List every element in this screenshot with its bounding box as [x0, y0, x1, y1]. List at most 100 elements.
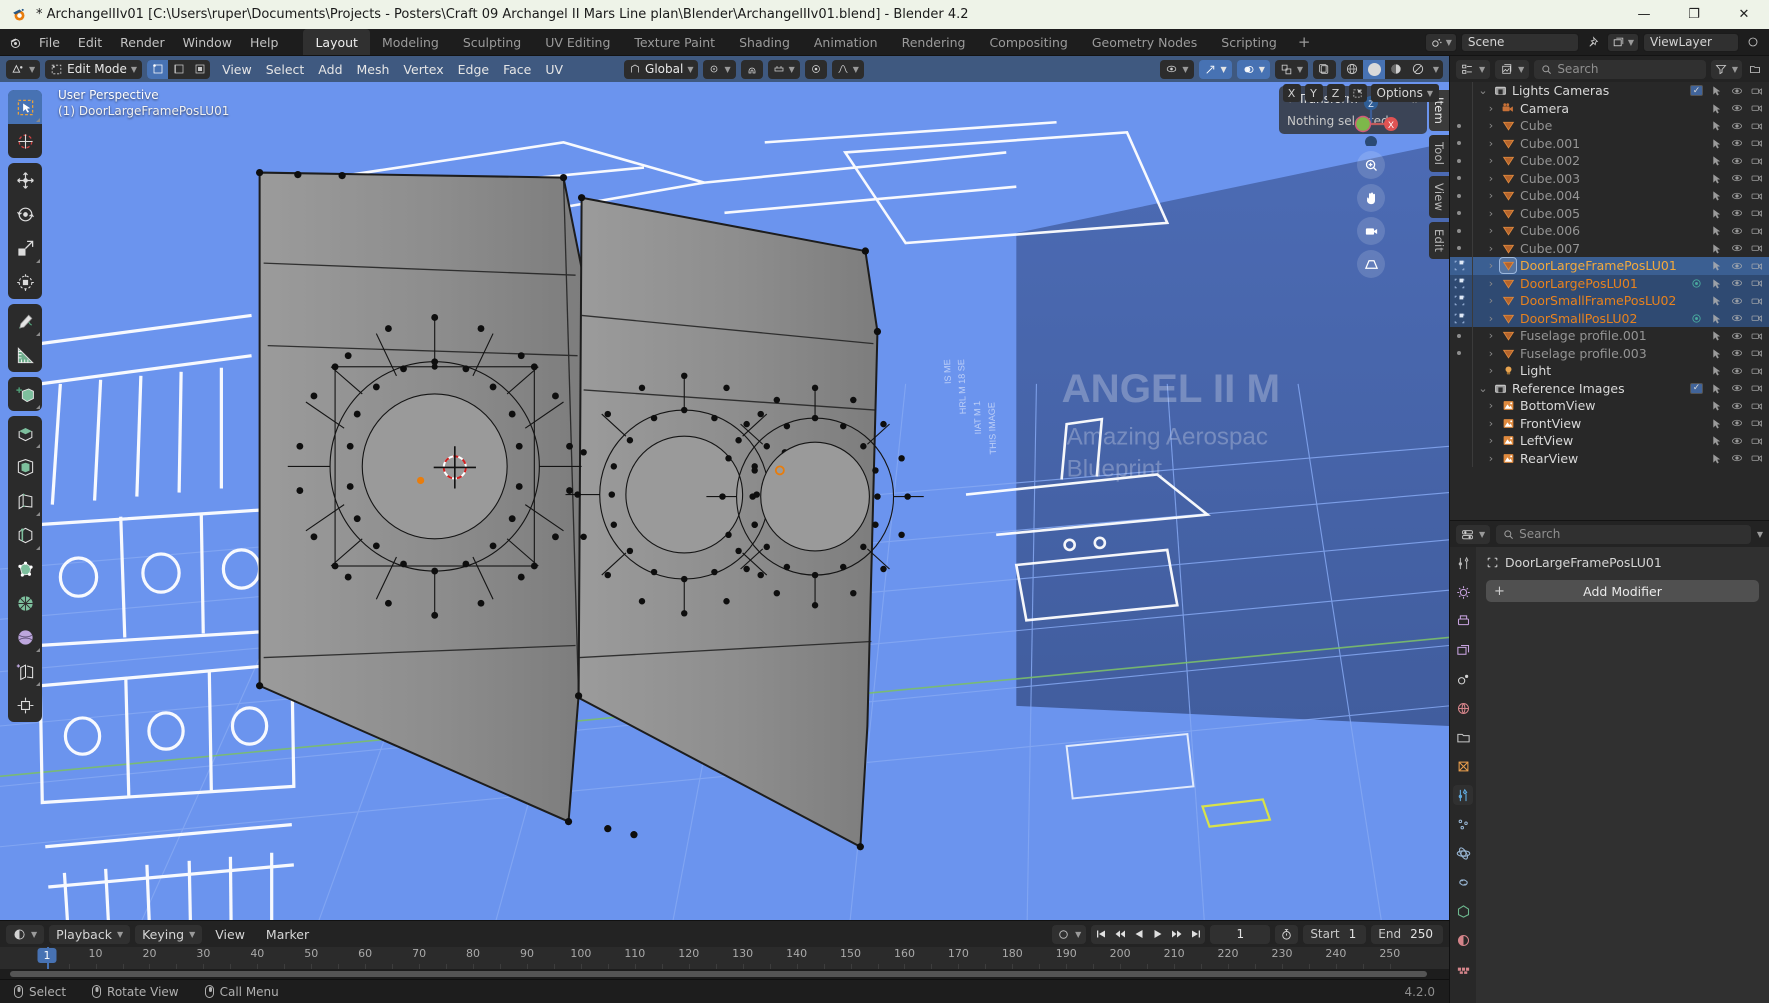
- disable-in-renders-icon[interactable]: [1750, 85, 1763, 97]
- render-properties-tab[interactable]: [1453, 582, 1473, 602]
- zoom-view-button[interactable]: [1357, 151, 1385, 179]
- disclosure-triangle-icon[interactable]: ›: [1483, 294, 1499, 307]
- hide-in-viewport-icon[interactable]: [1730, 417, 1743, 429]
- world-properties-tab[interactable]: [1453, 698, 1473, 718]
- move-tool[interactable]: [8, 163, 42, 197]
- cursor-tool[interactable]: [8, 124, 42, 158]
- restrict-dot-icon[interactable]: [1450, 193, 1468, 198]
- properties-editor-type-button[interactable]: ▼: [1456, 524, 1491, 544]
- play-button[interactable]: [1148, 925, 1167, 944]
- auto-keying-toggle[interactable]: ▼: [1052, 924, 1087, 944]
- rotate-tool[interactable]: [8, 197, 42, 231]
- add-cube-tool[interactable]: [8, 377, 42, 411]
- selectability-icon[interactable]: [1710, 138, 1723, 149]
- jump-to-next-keyframe-button[interactable]: [1167, 925, 1186, 944]
- tab-shading[interactable]: Shading: [727, 29, 802, 55]
- disable-in-renders-icon[interactable]: [1750, 452, 1763, 464]
- tab-scripting[interactable]: Scripting: [1209, 29, 1289, 55]
- viewport-menu-uv[interactable]: UV: [538, 60, 570, 79]
- hide-in-viewport-icon[interactable]: [1730, 295, 1743, 307]
- minimize-button[interactable]: —: [1619, 0, 1669, 29]
- viewport-menu-face[interactable]: Face: [496, 60, 538, 79]
- selectability-icon[interactable]: [1710, 120, 1723, 131]
- material-properties-tab[interactable]: [1453, 930, 1473, 950]
- poly-build-tool[interactable]: [8, 586, 42, 620]
- outliner-row[interactable]: › RearView: [1450, 449, 1769, 467]
- tab-uv-editing[interactable]: UV Editing: [533, 29, 622, 55]
- restrict-dot-icon[interactable]: [1450, 211, 1468, 216]
- outliner-row[interactable]: › Cube.001: [1450, 134, 1769, 152]
- collection-properties-tab[interactable]: [1453, 727, 1473, 747]
- texture-properties-tab[interactable]: [1453, 959, 1473, 979]
- disclosure-triangle-icon[interactable]: ›: [1483, 207, 1499, 220]
- hide-in-viewport-icon[interactable]: [1730, 172, 1743, 184]
- outliner-filter-icon[interactable]: ▼: [1710, 59, 1742, 79]
- selectability-icon[interactable]: [1710, 260, 1723, 271]
- blender-menu-icon[interactable]: [0, 29, 30, 55]
- close-button[interactable]: ✕: [1719, 0, 1769, 29]
- disable-in-renders-icon[interactable]: [1750, 260, 1763, 272]
- hide-in-viewport-icon[interactable]: [1730, 190, 1743, 202]
- solid-shading-icon[interactable]: [1363, 59, 1385, 79]
- outliner-search-input[interactable]: Search: [1534, 59, 1706, 79]
- playback-menu[interactable]: Playback ▼: [49, 924, 131, 944]
- object-data-properties-tab[interactable]: [1453, 901, 1473, 921]
- outliner-tree[interactable]: ⌄ Lights Cameras ✓ › Camera › Cube › Cube.001 › Cu…: [1450, 82, 1769, 520]
- hide-in-viewport-icon[interactable]: [1730, 85, 1743, 97]
- hide-in-viewport-icon[interactable]: [1730, 382, 1743, 394]
- outliner-row[interactable]: › Fuselage profile.003: [1450, 344, 1769, 362]
- disable-in-renders-icon[interactable]: [1750, 120, 1763, 132]
- disable-in-renders-icon[interactable]: [1750, 207, 1763, 219]
- timeline-ruler[interactable]: 1 10 20 30 40 50 60 70 80 90 100 110 120 130 140 150 16…: [0, 947, 1449, 969]
- viewport-menu-vertex[interactable]: Vertex: [396, 60, 450, 79]
- restrict-dot-icon[interactable]: [1450, 123, 1468, 128]
- selectability-icon[interactable]: [1710, 383, 1723, 394]
- outliner-row[interactable]: › Cube.006: [1450, 222, 1769, 240]
- restrict-dot-icon[interactable]: [1450, 351, 1468, 356]
- outliner-row[interactable]: › DoorSmallPosLU02: [1450, 309, 1769, 327]
- tab-compositing[interactable]: Compositing: [977, 29, 1079, 55]
- snap-pivot-dropdown[interactable]: ▼: [703, 59, 736, 79]
- selectability-icon[interactable]: [1710, 453, 1723, 464]
- outliner-row[interactable]: › LeftView: [1450, 432, 1769, 450]
- disclosure-triangle-icon[interactable]: ›: [1483, 347, 1499, 360]
- proportional-falloff-dropdown[interactable]: ▼: [831, 59, 864, 79]
- add-workspace-button[interactable]: +: [1289, 29, 1320, 55]
- viewport-options-dropdown[interactable]: Options ▼: [1370, 84, 1439, 102]
- disable-in-renders-icon[interactable]: [1750, 102, 1763, 114]
- timeline-editor-type-button[interactable]: ▼: [6, 924, 45, 944]
- disable-in-renders-icon[interactable]: [1750, 435, 1763, 447]
- hide-in-viewport-icon[interactable]: [1730, 312, 1743, 324]
- rip-region-tool[interactable]: [8, 654, 42, 688]
- selectability-icon[interactable]: [1710, 295, 1723, 306]
- face-select-mode-icon[interactable]: [189, 60, 210, 79]
- hide-in-viewport-icon[interactable]: [1730, 330, 1743, 342]
- tab-geometry-nodes[interactable]: Geometry Nodes: [1080, 29, 1209, 55]
- disable-in-renders-icon[interactable]: [1750, 155, 1763, 167]
- selectability-icon[interactable]: [1710, 173, 1723, 184]
- hide-in-viewport-icon[interactable]: [1730, 277, 1743, 289]
- selectability-icon[interactable]: [1710, 348, 1723, 359]
- add-modifier-button[interactable]: + Add Modifier: [1486, 580, 1759, 602]
- frame-end-field[interactable]: End 250: [1371, 924, 1443, 944]
- outliner-row[interactable]: › Cube.005: [1450, 204, 1769, 222]
- loop-cut-tool[interactable]: [8, 518, 42, 552]
- restrict-dot-icon[interactable]: [1450, 333, 1468, 338]
- hide-in-viewport-icon[interactable]: [1730, 347, 1743, 359]
- menu-edit[interactable]: Edit: [69, 29, 111, 55]
- collection-checkbox[interactable]: ✓: [1690, 85, 1703, 97]
- disclosure-triangle-icon[interactable]: ›: [1483, 364, 1499, 377]
- outliner-row[interactable]: › Cube.007: [1450, 239, 1769, 257]
- selectability-icon[interactable]: [1710, 155, 1723, 166]
- disclosure-triangle-icon[interactable]: ›: [1483, 224, 1499, 237]
- outliner-editor-type-button[interactable]: ▼: [1456, 59, 1491, 79]
- edge-select-mode-icon[interactable]: [168, 60, 189, 79]
- hide-in-viewport-icon[interactable]: [1730, 155, 1743, 167]
- menu-help[interactable]: Help: [241, 29, 288, 55]
- menu-window[interactable]: Window: [174, 29, 241, 55]
- timeline-view-menu[interactable]: View: [207, 925, 253, 944]
- hide-in-viewport-icon[interactable]: [1730, 120, 1743, 132]
- current-frame-field[interactable]: 1: [1210, 924, 1271, 944]
- editor-type-button[interactable]: ▼: [6, 59, 41, 79]
- viewport-menu-view[interactable]: View: [215, 60, 259, 79]
